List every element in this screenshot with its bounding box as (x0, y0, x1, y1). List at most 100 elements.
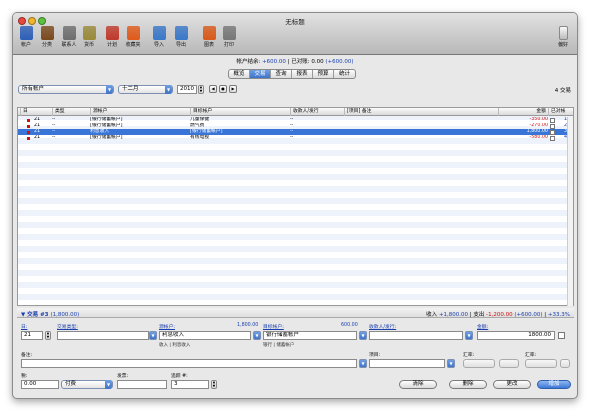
percent-value: +33.3% (547, 312, 570, 318)
tab-2[interactable]: 查询 (271, 70, 292, 78)
tax-label: 税: (21, 374, 28, 379)
cell-target: 有线电视 (190, 135, 210, 140)
current-period-button[interactable]: ● (219, 85, 227, 93)
memo-label: 备注: (21, 353, 33, 358)
toolbar-button-contact[interactable]: 联系人 (59, 26, 79, 48)
cell-payee: -- (290, 135, 294, 140)
add-button[interactable]: 增加 (537, 380, 571, 389)
project-dropdown[interactable]: ▼ (447, 359, 455, 368)
source-account-dropdown[interactable]: ▼ (253, 331, 261, 340)
payment-method-select[interactable]: 付费 ▼ (61, 380, 113, 389)
account-summary: 帐户结余: +600.00 | 已对账: 0.00 (+600.00) (13, 57, 577, 65)
income-label: 收入 (426, 312, 438, 318)
payee-field[interactable] (369, 331, 463, 340)
exchange-rate-select-2[interactable] (525, 359, 557, 368)
status-flag-icon (27, 119, 30, 122)
tab-4[interactable]: 预算 (313, 70, 334, 78)
toolbar-button-chart[interactable]: 图表 (199, 26, 219, 48)
balance-value: +600.00 (262, 59, 286, 65)
day-field[interactable]: 21 (21, 331, 43, 340)
toolbar-button-export[interactable]: 导出 (171, 26, 191, 48)
vertical-scrollbar[interactable] (567, 117, 573, 306)
column-header[interactable]: 已对帐 (548, 108, 565, 116)
installment-field[interactable]: 3 (171, 380, 209, 389)
toolbar-button-calendar[interactable]: 计划 (102, 26, 122, 48)
month-select[interactable]: 十二月 ▼ (118, 85, 173, 94)
reconciled-paren: (+600.00) (325, 59, 354, 65)
cell-amount: -580.00 (529, 135, 548, 140)
toolbar-button-print[interactable]: 打印 (219, 26, 239, 48)
toolbar-button-currency[interactable]: 货币 (79, 26, 99, 48)
target-account-dropdown[interactable]: ▼ (359, 331, 367, 340)
prev-period-button[interactable]: ◀ (209, 85, 217, 93)
toolbar-label: 货币 (83, 42, 94, 48)
table-header: 日 类型 源帐户 目标帐户 收款人/发行 [项目] 备注 金额 已对帐 (18, 108, 573, 116)
account-filter-value: 所有帐户 (22, 86, 45, 92)
filter-bar: 所有帐户 ▼ 十二月 ▼ 2010 ▲ ▼ ◀ ● ▶ (13, 85, 577, 97)
reconciled-checkbox[interactable] (550, 136, 555, 141)
balance-label: 帐户结余: (236, 59, 261, 65)
reconciled-checkbox[interactable] (558, 332, 565, 339)
clear-button[interactable]: 清除 (399, 380, 437, 389)
view-tabs: 概览 交易 查询 报表 预算 统计 (228, 69, 356, 79)
delete-button[interactable]: 删除 (449, 380, 487, 389)
memo-dropdown[interactable]: ▼ (359, 359, 367, 368)
tab-0[interactable]: 概览 (229, 70, 250, 78)
target-account-field[interactable]: 银行储蓄帐户 (263, 331, 357, 340)
toolbar-button-category[interactable]: 分类 (37, 26, 57, 48)
column-header[interactable]: 类型 (52, 108, 65, 116)
source-amount: 1,800.00 (237, 323, 259, 328)
tax-field[interactable]: 0.00 (21, 380, 59, 389)
table-row[interactable]: 21 -- [银行储蓄帐户] 有线电视 -- -580.00 4 (18, 135, 573, 141)
tab-3[interactable]: 报表 (292, 70, 313, 78)
source-account-field[interactable]: 利息收入 (159, 331, 251, 340)
currency-select-1[interactable] (499, 359, 519, 368)
column-header[interactable]: 日 (20, 108, 28, 116)
toolbar-button-account[interactable]: 帐户 (16, 26, 36, 48)
memo-field[interactable] (21, 359, 357, 368)
status-flag-icon (27, 137, 30, 140)
toolbar-label: 导入 (153, 42, 164, 48)
column-header[interactable]: 目标帐户 (190, 108, 212, 116)
tab-1[interactable]: 交易 (250, 70, 271, 78)
day-label: 日: (21, 325, 28, 330)
invoice-field[interactable] (117, 380, 167, 389)
day-stepper[interactable]: ▲ ▼ (45, 331, 51, 340)
installment-stepper[interactable]: ▲ ▼ (211, 380, 217, 389)
column-header[interactable]: [项目] 备注 (344, 108, 371, 116)
contact-icon (62, 26, 76, 40)
toolbar-button-favorites[interactable]: 收藏夹 (123, 26, 143, 48)
year-stepper[interactable]: ▲ ▼ (198, 85, 204, 94)
pct-sep: | (544, 312, 547, 318)
calendar-icon (105, 26, 119, 40)
amount-field[interactable]: 1800.00 (477, 331, 555, 340)
toolbar-button-preferences[interactable]: 偏好 (553, 26, 573, 48)
detail-title: ▼ 交易 #3 (1,800.00) (21, 312, 80, 318)
chevron-down-icon: ▼ (105, 380, 112, 389)
tab-5[interactable]: 统计 (334, 70, 355, 78)
export-icon (174, 26, 188, 40)
year-field[interactable]: 2010 (177, 85, 197, 94)
exchange-rate-label-2: 汇率: (525, 353, 537, 358)
currency-select-2[interactable] (560, 359, 570, 368)
status-flag-icon (27, 125, 30, 128)
category-icon (40, 26, 54, 40)
type-field[interactable] (57, 331, 149, 340)
column-header[interactable]: 源帐户 (90, 108, 107, 116)
toolbar-label: 收藏夹 (125, 42, 141, 48)
chevron-down-icon: ▼ (106, 85, 113, 94)
project-field[interactable] (369, 359, 445, 368)
account-filter-select[interactable]: 所有帐户 ▼ (18, 85, 114, 94)
next-period-button[interactable]: ▶ (229, 85, 237, 93)
payee-dropdown[interactable]: ▼ (465, 331, 473, 340)
type-dropdown-button[interactable]: ▼ (149, 331, 157, 340)
detail-title-amount: (1,800.00) (50, 312, 80, 318)
toolbar-label: 联系人 (61, 42, 77, 48)
toolbar-button-import[interactable]: 导入 (149, 26, 169, 48)
column-header[interactable]: 收款人/发行 (290, 108, 319, 116)
column-header[interactable]: 金额 (498, 108, 548, 116)
exchange-rate-select-1[interactable] (463, 359, 495, 368)
title-bar: 无标题 帐户 分类 联系人 货币 计划 收藏夹 导入 导出 图表 打印 偏好 (13, 13, 577, 55)
installment-label: 追踪 #: (171, 374, 188, 379)
update-button[interactable]: 更改 (493, 380, 531, 389)
